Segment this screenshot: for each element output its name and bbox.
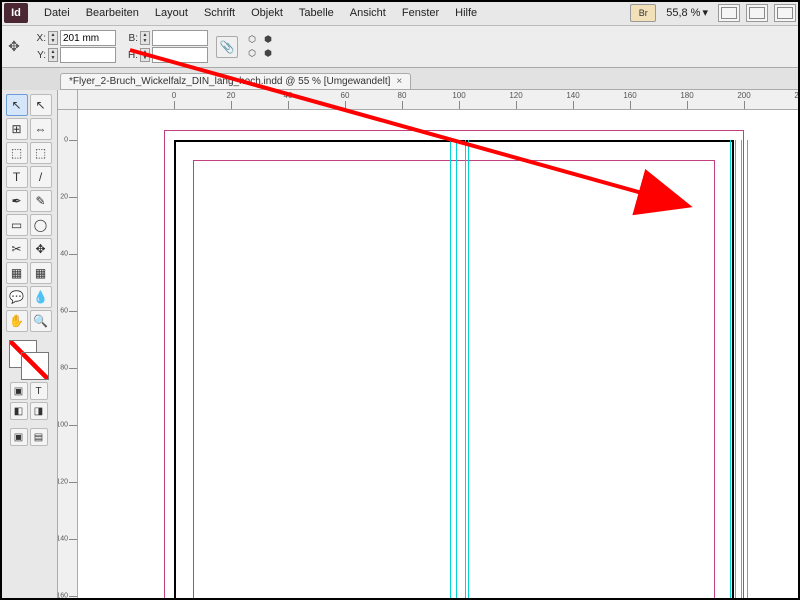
screenshot-frame bbox=[0, 0, 800, 600]
